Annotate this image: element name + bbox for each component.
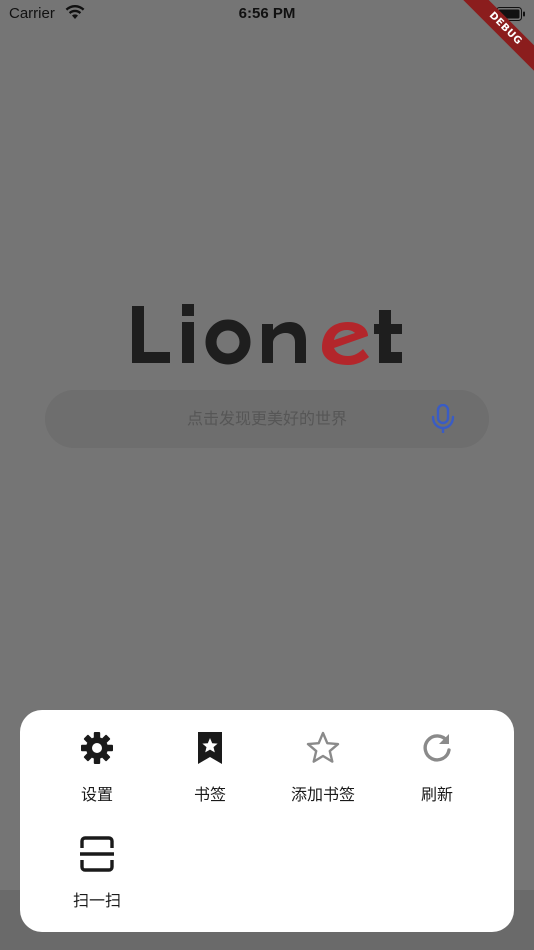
menu-item-refresh[interactable]: 刷新	[382, 710, 492, 804]
gear-icon	[79, 730, 115, 766]
menu-item-label: 扫一扫	[72, 891, 121, 910]
menu-item-scan[interactable]: 扫一扫	[42, 816, 152, 910]
star-outline-icon	[305, 730, 341, 766]
scan-icon	[79, 836, 115, 872]
menu-item-settings[interactable]: 设置	[42, 710, 152, 804]
mic-icon[interactable]	[430, 403, 456, 438]
menu-item-bookmarks[interactable]: 书签	[155, 710, 265, 804]
search-bar[interactable]: 点击发现更美好的世界	[45, 390, 489, 448]
app-logo	[128, 290, 408, 370]
menu-item-add-bookmark[interactable]: 添加书签	[268, 710, 378, 804]
menu-item-label: 刷新	[420, 785, 453, 804]
app-screen: Carrier 6:56 PM DEBUG 点击发现更美好的世界 设置 书签 添…	[0, 0, 534, 950]
bookmark-star-icon	[192, 730, 228, 766]
refresh-icon	[419, 730, 455, 766]
search-input[interactable]: 点击发现更美好的世界	[45, 390, 489, 448]
menu-sheet: 设置 书签 添加书签 刷新 扫一扫	[20, 710, 514, 932]
status-bar: Carrier 6:56 PM	[0, 0, 534, 28]
menu-item-label: 添加书签	[290, 785, 355, 804]
menu-item-label: 书签	[193, 785, 226, 804]
menu-item-label: 设置	[80, 785, 113, 804]
status-time: 6:56 PM	[238, 5, 296, 22]
